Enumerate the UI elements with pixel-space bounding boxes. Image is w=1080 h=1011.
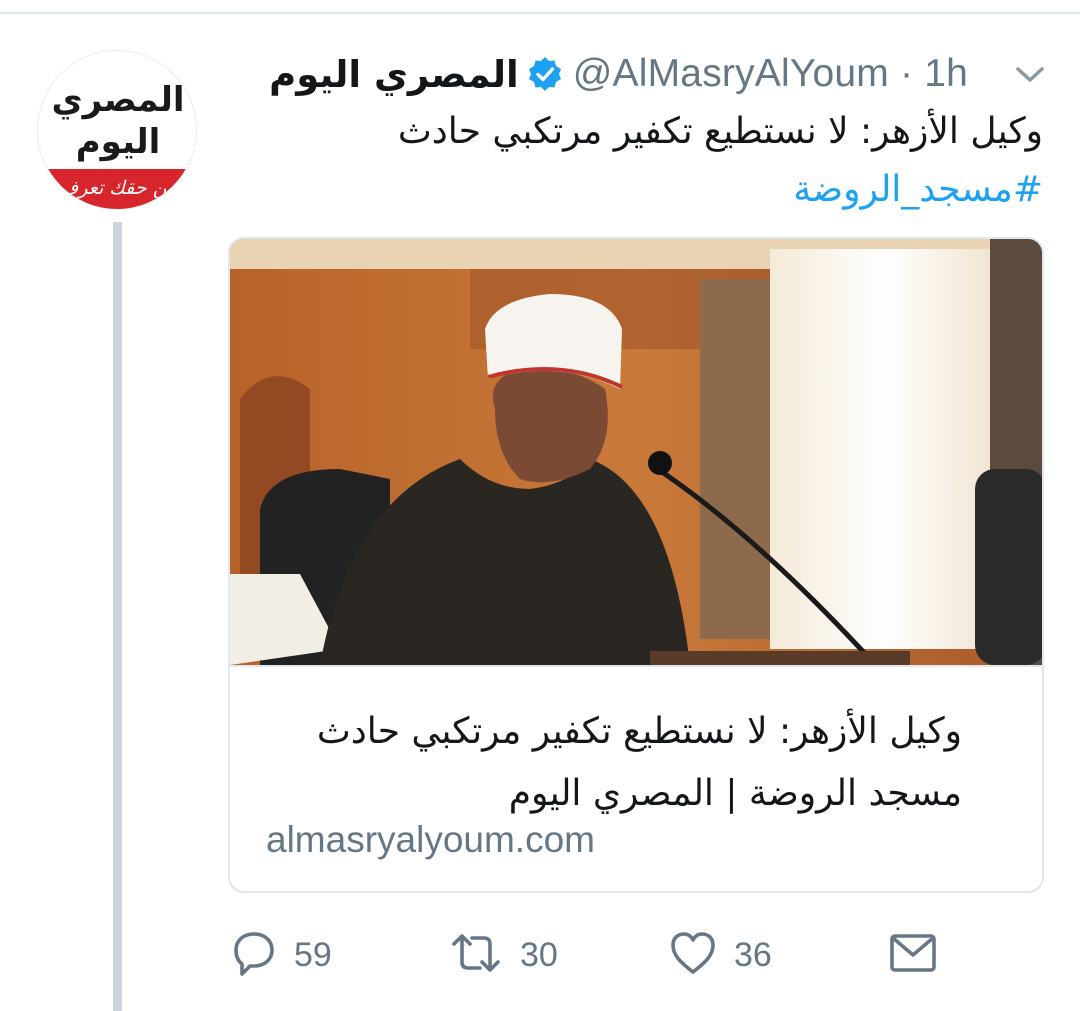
reply-icon — [228, 928, 278, 983]
handle-and-time[interactable]: @AlMasryAlYoum · 1h — [573, 52, 968, 96]
retweet-icon — [448, 928, 504, 983]
retweet-button[interactable]: 30 — [448, 925, 558, 985]
action-bar: 59 30 36 — [228, 925, 1044, 985]
direct-message-button[interactable] — [888, 925, 938, 985]
verified-badge-icon — [527, 56, 563, 92]
avatar-line1: المصري — [51, 80, 184, 120]
retweet-count: 30 — [520, 935, 558, 974]
like-count: 36 — [734, 935, 772, 974]
thread-line — [113, 222, 122, 1011]
avatar-line2: اليوم — [76, 122, 161, 162]
hashtag-link[interactable]: #مسجد_الروضة — [283, 161, 1043, 219]
top-divider — [0, 0, 1080, 14]
card-domain: almasryalyoum.com — [266, 819, 595, 860]
card-image — [230, 239, 1042, 665]
reply-button[interactable]: 59 — [228, 925, 332, 985]
display-name[interactable]: المصري اليوم — [269, 53, 519, 96]
card-title: وكيل الأزهر: لا نستطيع تكفير مرتكبي حادث… — [316, 711, 962, 814]
direct-message-icon — [888, 928, 938, 983]
card-body: وكيل الأزهر: لا نستطيع تكفير مرتكبي حادث… — [230, 665, 1042, 891]
tweet-body: وكيل الأزهر: لا نستطيع تكفير مرتكبي حادث — [397, 111, 1043, 152]
like-button[interactable]: 36 — [668, 925, 772, 985]
tweet-header: المصري اليوم @AlMasryAlYoum · 1h — [228, 50, 968, 98]
avatar[interactable]: المصري اليوم من حقك تعرف — [37, 50, 197, 210]
tweet-text: وكيل الأزهر: لا نستطيع تكفير مرتكبي حادث… — [283, 103, 1043, 219]
link-card[interactable]: وكيل الأزهر: لا نستطيع تكفير مرتكبي حادث… — [228, 237, 1044, 893]
like-icon — [668, 928, 718, 983]
avatar-tagline: من حقك تعرف — [59, 177, 178, 199]
reply-count: 59 — [294, 935, 332, 974]
chevron-down-icon[interactable] — [1010, 60, 1050, 90]
